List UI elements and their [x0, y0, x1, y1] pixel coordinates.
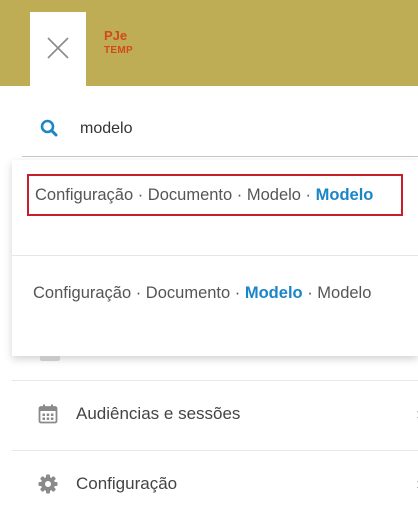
search-result-item[interactable]: Configuração · Documento · Modelo · Mode…: [27, 280, 399, 306]
menu-item-configuracao[interactable]: Configuração ›: [12, 452, 418, 518]
close-button[interactable]: [30, 12, 86, 86]
divider: [12, 380, 418, 381]
logo-subtext: TEMP: [104, 45, 133, 56]
result-match: Modelo: [315, 186, 374, 204]
menu-icon-partial: [40, 356, 60, 361]
search-results-dropdown: Configuração · Documento · Modelo · Mode…: [12, 160, 418, 356]
search-bar: [22, 104, 418, 157]
result-path: Configuração · Documento ·: [33, 284, 245, 302]
result-path-tail: · Modelo: [302, 284, 372, 302]
calendar-icon: [38, 404, 58, 424]
result-path: Configuração · Documento · Modelo ·: [35, 186, 316, 204]
logo-text: PJe: [104, 28, 128, 43]
search-icon: [40, 119, 58, 137]
menu-item-audiencias[interactable]: Audiências e sessões ›: [12, 382, 418, 448]
search-result-item[interactable]: Configuração · Documento · Modelo · Mode…: [27, 174, 403, 216]
menu-item-label: Configuração: [76, 474, 178, 493]
gear-icon: [38, 474, 58, 494]
divider: [12, 450, 418, 451]
divider: [12, 255, 418, 256]
top-bar: PJe TEMP: [0, 0, 418, 86]
close-icon: [47, 37, 69, 59]
search-input[interactable]: [80, 116, 400, 142]
menu-item-label: Audiências e sessões: [76, 404, 241, 423]
pje-logo[interactable]: PJe TEMP: [104, 28, 133, 58]
result-match: Modelo: [244, 284, 303, 302]
